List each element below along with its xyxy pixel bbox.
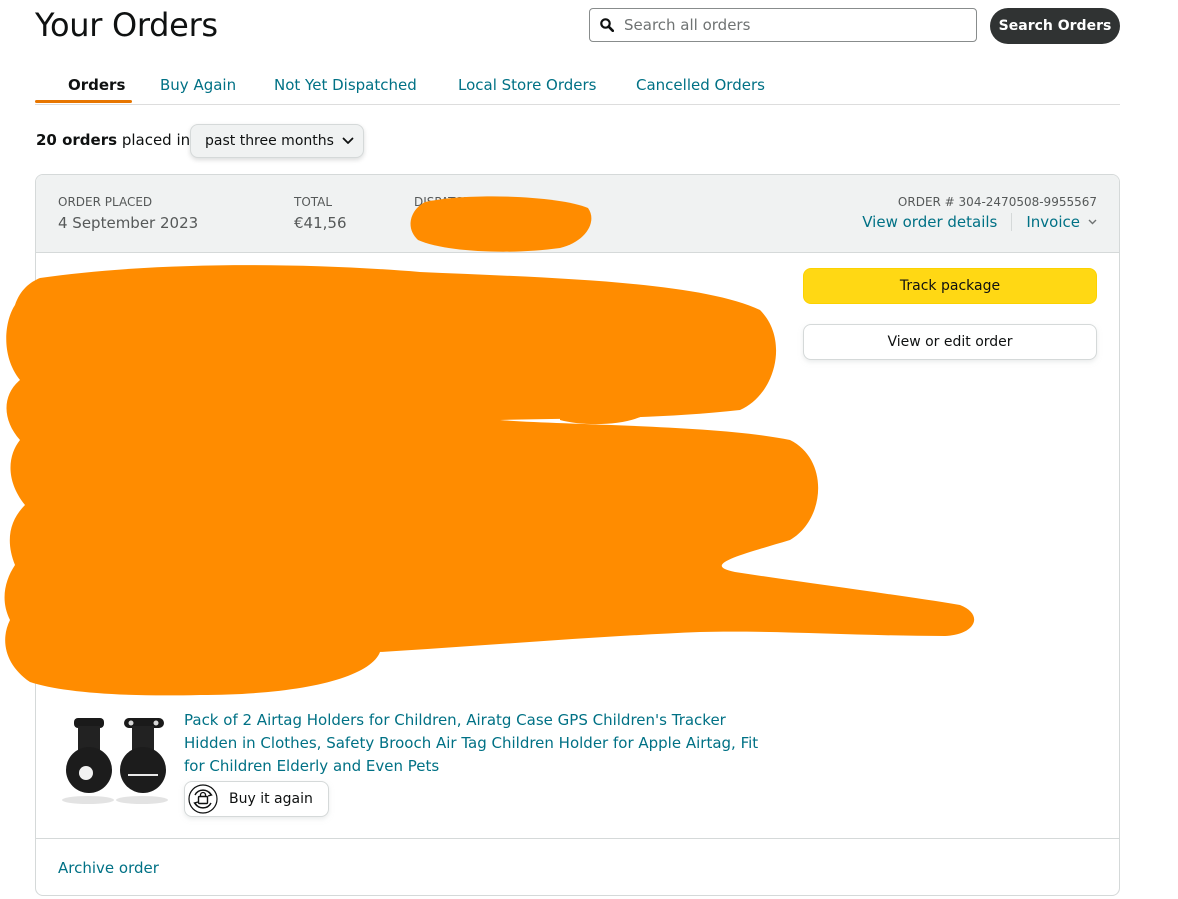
period-dropdown[interactable]: past three months <box>190 124 364 158</box>
period-value: past three months <box>205 133 334 149</box>
tab-orders[interactable]: Orders <box>68 76 125 94</box>
tab-not-yet-dispatched[interactable]: Not Yet Dispatched <box>274 76 417 94</box>
order-header-links: View order details Invoice <box>862 213 1097 231</box>
order-placed-date: 4 September 2023 <box>58 214 199 232</box>
tab-buy-again[interactable]: Buy Again <box>160 76 236 94</box>
search-icon <box>600 18 614 32</box>
order-total-value: €41,56 <box>294 214 347 232</box>
search-orders-button[interactable]: Search Orders <box>990 8 1120 44</box>
order-number: ORDER # 304-2470508-9955567 <box>897 195 1097 209</box>
order-header: ORDER PLACED 4 September 2023 TOTAL €41,… <box>36 175 1119 253</box>
product-title-link[interactable]: Pack of 2 Airtag Holders for Children, A… <box>184 709 774 778</box>
invoice-link[interactable]: Invoice <box>1026 213 1080 231</box>
archive-order-link[interactable]: Archive order <box>58 859 159 877</box>
buy-it-again-label: Buy it again <box>229 791 313 807</box>
view-order-details-link[interactable]: View order details <box>862 213 997 231</box>
track-package-button[interactable]: Track package <box>803 268 1097 304</box>
page-title: Your Orders <box>35 6 218 44</box>
chevron-down-icon <box>342 137 354 145</box>
buy-it-again-button[interactable]: Buy it again <box>184 781 329 817</box>
orders-count: 20 orders placed in <box>36 131 190 149</box>
order-card: ORDER PLACED 4 September 2023 TOTAL €41,… <box>35 174 1120 896</box>
order-placed-label: ORDER PLACED <box>58 195 153 209</box>
active-tab-indicator <box>35 100 132 103</box>
dispatch-to-label: DISPATCH TO <box>414 195 493 209</box>
chevron-down-icon <box>1088 219 1097 225</box>
order-footer: Archive order <box>36 838 1119 895</box>
tab-cancelled-orders[interactable]: Cancelled Orders <box>636 76 765 94</box>
order-total-label: TOTAL <box>294 195 333 209</box>
view-edit-order-button[interactable]: View or edit order <box>803 324 1097 360</box>
order-tabs: Orders Buy Again Not Yet Dispatched Loca… <box>35 72 1120 105</box>
search-input[interactable] <box>622 15 976 35</box>
search-box[interactable] <box>589 8 977 42</box>
orders-count-number: 20 orders <box>36 131 118 149</box>
placed-in-label: placed in <box>121 131 191 149</box>
tab-local-store-orders[interactable]: Local Store Orders <box>458 76 597 94</box>
buy-again-icon <box>187 783 219 815</box>
link-divider <box>1011 213 1013 231</box>
product-image[interactable] <box>58 710 168 808</box>
